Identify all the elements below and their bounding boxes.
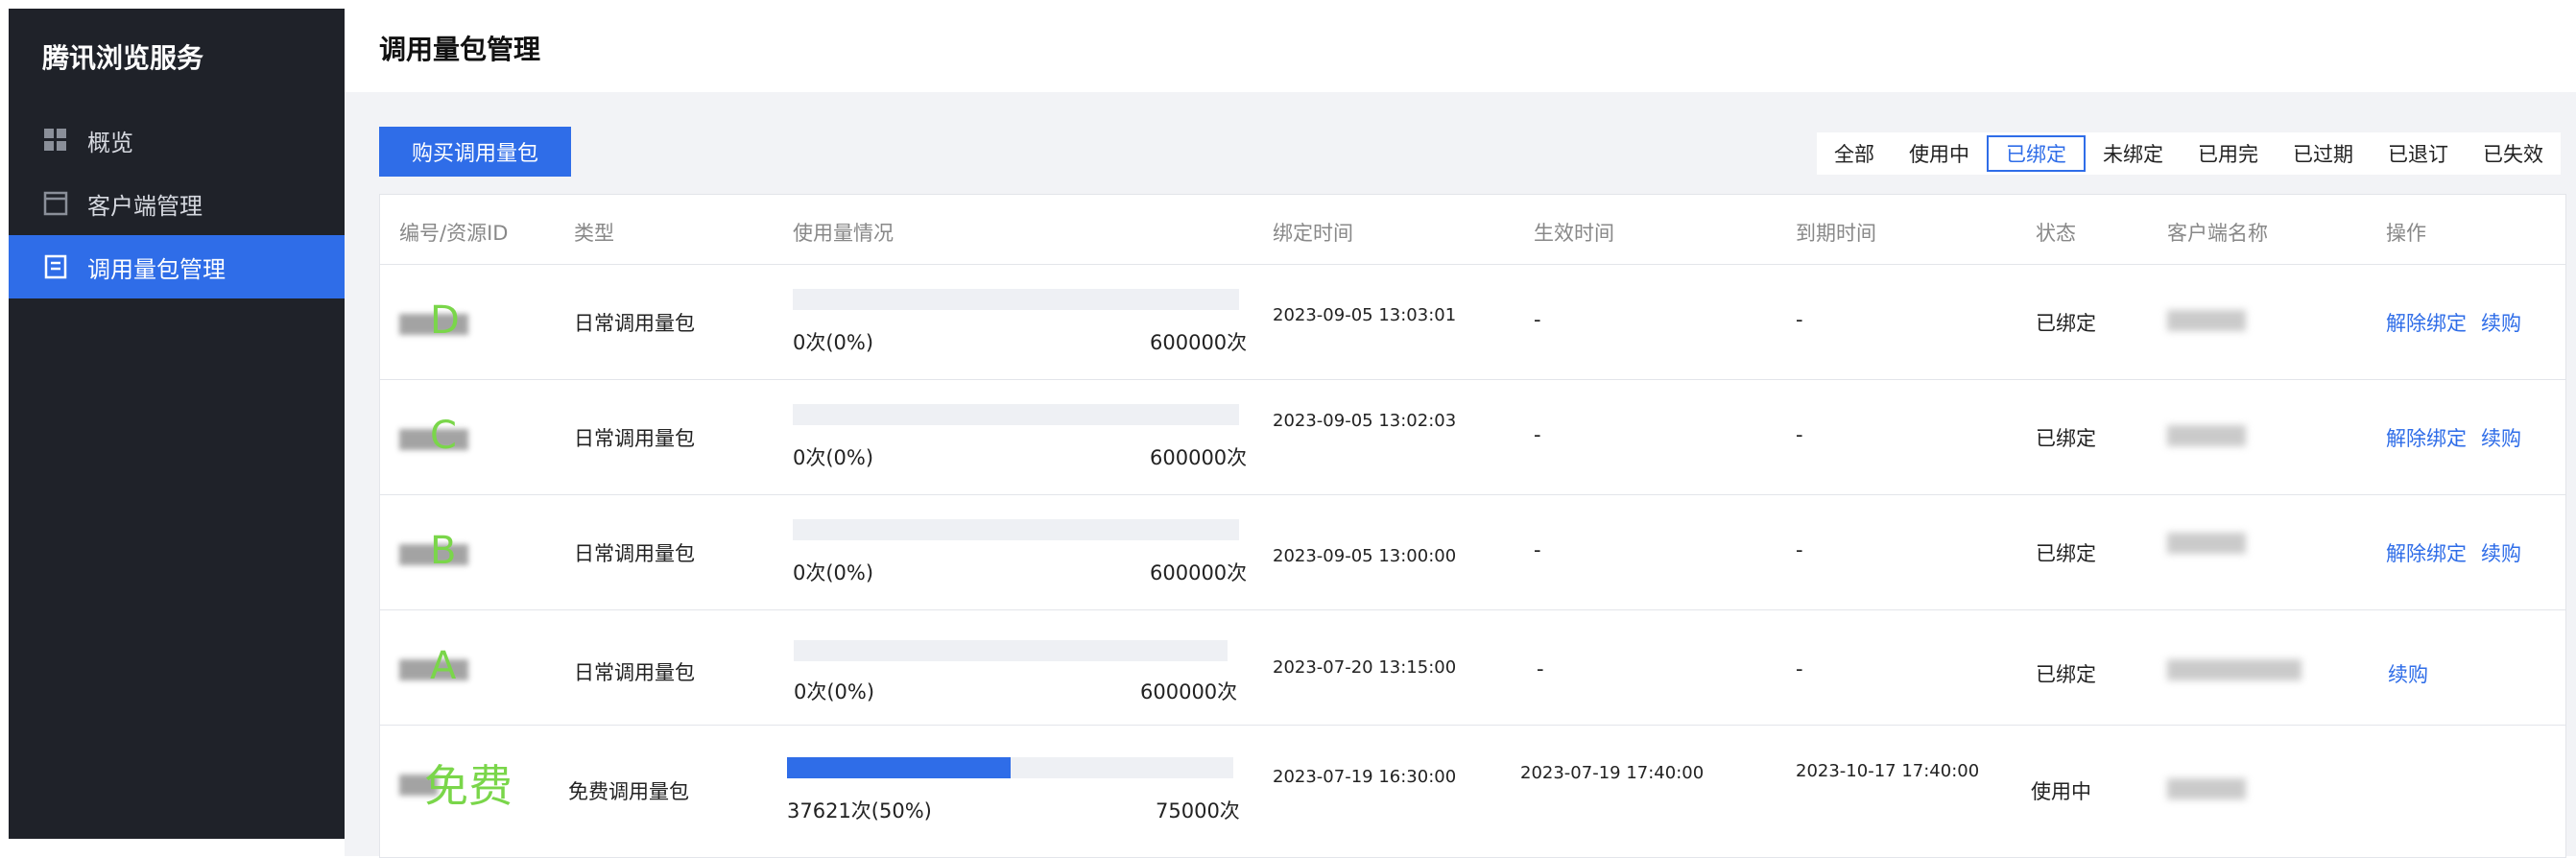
sidebar-item-overview[interactable]: 概览 <box>9 108 345 172</box>
filter-unsubscribed[interactable]: 已退订 <box>2371 135 2466 172</box>
usage-bar <box>793 404 1239 425</box>
bind-time: 2023-09-05 13:03:01 <box>1273 305 1457 325</box>
usage-total: 75000次 <box>1156 799 1240 822</box>
bind-time: 2023-07-19 16:30:00 <box>1273 767 1457 787</box>
filter-invalid[interactable]: 已失效 <box>2466 135 2561 172</box>
column-header-actions: 操作 <box>2386 222 2426 245</box>
usage-used: 0次(0%) <box>793 446 874 469</box>
package-type: 日常调用量包 <box>574 661 695 684</box>
table-row: A 日常调用量包 0次(0%) 600000次 2023-07-20 13:15… <box>380 609 2565 726</box>
effective-time: - <box>1534 308 1541 331</box>
status-text: 已绑定 <box>2036 427 2096 450</box>
column-header-effective-time: 生效时间 <box>1534 222 1614 245</box>
column-header-expire-time: 到期时间 <box>1796 222 1876 245</box>
sidebar: 腾讯浏览服务 概览 客户端管理 调用量包管理 <box>9 9 345 839</box>
filter-bound[interactable]: 已绑定 <box>1987 135 2086 172</box>
usage-bar-fill <box>787 757 1011 778</box>
sidebar-nav: 概览 客户端管理 调用量包管理 <box>9 108 345 298</box>
unbind-link[interactable]: 解除绑定 <box>2386 538 2467 567</box>
table-header: 编号/资源ID 类型 使用量情况 绑定时间 生效时间 到期时间 状态 客户端名称… <box>380 195 2565 265</box>
dashboard-grid-icon <box>41 126 70 155</box>
status-text: 使用中 <box>2031 780 2091 803</box>
usage-used: 37621次(50%) <box>787 799 932 822</box>
row-overlay-label: D <box>430 298 460 343</box>
unbind-link[interactable]: 解除绑定 <box>2386 308 2467 337</box>
table-row: C 日常调用量包 0次(0%) 600000次 2023-09-05 13:02… <box>380 379 2565 495</box>
column-header-client-name: 客户端名称 <box>2167 222 2268 245</box>
column-header-usage: 使用量情况 <box>793 222 894 245</box>
expire-time: 2023-10-17 17:40:00 <box>1796 761 1980 781</box>
column-header-bind-time: 绑定时间 <box>1273 222 1353 245</box>
bind-time: 2023-09-05 13:00:00 <box>1273 546 1457 566</box>
usage-bar <box>787 757 1233 778</box>
redacted-client-name <box>2167 425 2246 446</box>
document-list-icon <box>41 252 70 281</box>
sidebar-item-client-management[interactable]: 客户端管理 <box>9 172 345 235</box>
row-overlay-label: 免费 <box>424 760 513 812</box>
effective-time: - <box>1534 538 1541 561</box>
row-overlay-label: A <box>430 644 457 688</box>
status-text: 已绑定 <box>2036 663 2096 686</box>
brand-title: 腾讯浏览服务 <box>42 42 204 74</box>
table-row: 免费 免费调用量包 37621次(50%) 75000次 2023-07-19 … <box>380 725 2565 840</box>
row-overlay-label: C <box>430 414 457 458</box>
table-row: D 日常调用量包 0次(0%) 600000次 2023-09-05 13:03… <box>380 264 2565 380</box>
usage-total: 600000次 <box>1150 446 1248 469</box>
expire-time: - <box>1796 538 1803 561</box>
effective-time: 2023-07-19 17:40:00 <box>1520 763 1705 783</box>
sidebar-item-package-management[interactable]: 调用量包管理 <box>9 235 345 298</box>
page-header: 调用量包管理 <box>345 0 2576 92</box>
column-header-type: 类型 <box>574 222 614 245</box>
package-type: 免费调用量包 <box>568 780 689 803</box>
usage-bar <box>793 289 1239 310</box>
package-type: 日常调用量包 <box>574 312 695 335</box>
filter-unbound[interactable]: 未绑定 <box>2086 135 2181 172</box>
sidebar-item-label: 概览 <box>87 129 133 156</box>
status-filter-tabs: 全部 使用中 已绑定 未绑定 已用完 已过期 已退订 已失效 <box>1817 132 2561 175</box>
package-table: 编号/资源ID 类型 使用量情况 绑定时间 生效时间 到期时间 状态 客户端名称… <box>379 194 2566 858</box>
usage-total: 600000次 <box>1140 680 1238 703</box>
sidebar-item-label: 调用量包管理 <box>87 255 226 283</box>
unbind-link[interactable]: 解除绑定 <box>2386 423 2467 452</box>
renew-link[interactable]: 续购 <box>2388 659 2428 688</box>
row-overlay-label: B <box>430 529 457 573</box>
table-row: B 日常调用量包 0次(0%) 600000次 2023-09-05 13:00… <box>380 494 2565 610</box>
package-type: 日常调用量包 <box>574 427 695 450</box>
usage-used: 0次(0%) <box>793 331 874 354</box>
effective-time: - <box>1537 657 1544 680</box>
filter-expired[interactable]: 已过期 <box>2276 135 2371 172</box>
usage-bar <box>794 640 1228 661</box>
renew-link[interactable]: 续购 <box>2481 308 2521 337</box>
usage-total: 600000次 <box>1150 331 1248 354</box>
expire-time: - <box>1796 308 1803 331</box>
window-icon <box>41 189 70 218</box>
expire-time: - <box>1796 657 1803 680</box>
filter-all[interactable]: 全部 <box>1817 135 1892 172</box>
usage-total: 600000次 <box>1150 561 1248 584</box>
bind-time: 2023-07-20 13:15:00 <box>1273 657 1457 678</box>
usage-used: 0次(0%) <box>794 680 875 703</box>
filter-used-up[interactable]: 已用完 <box>2181 135 2276 172</box>
status-text: 已绑定 <box>2036 542 2096 565</box>
redacted-client-name <box>2167 778 2246 799</box>
sidebar-item-label: 客户端管理 <box>87 192 203 220</box>
bind-time: 2023-09-05 13:02:03 <box>1273 411 1457 431</box>
page-title: 调用量包管理 <box>379 34 541 65</box>
redacted-client-name <box>2167 533 2246 554</box>
usage-used: 0次(0%) <box>793 561 874 584</box>
expire-time: - <box>1796 423 1803 446</box>
effective-time: - <box>1534 423 1541 446</box>
usage-bar <box>793 519 1239 540</box>
buy-package-button[interactable]: 购买调用量包 <box>379 127 571 177</box>
status-text: 已绑定 <box>2036 312 2096 335</box>
column-header-status: 状态 <box>2036 222 2076 245</box>
filter-in-use[interactable]: 使用中 <box>1892 135 1987 172</box>
redacted-client-name <box>2167 310 2246 331</box>
renew-link[interactable]: 续购 <box>2481 538 2521 567</box>
renew-link[interactable]: 续购 <box>2481 423 2521 452</box>
package-type: 日常调用量包 <box>574 542 695 565</box>
column-header-id: 编号/资源ID <box>399 222 509 245</box>
redacted-client-name <box>2167 659 2302 680</box>
